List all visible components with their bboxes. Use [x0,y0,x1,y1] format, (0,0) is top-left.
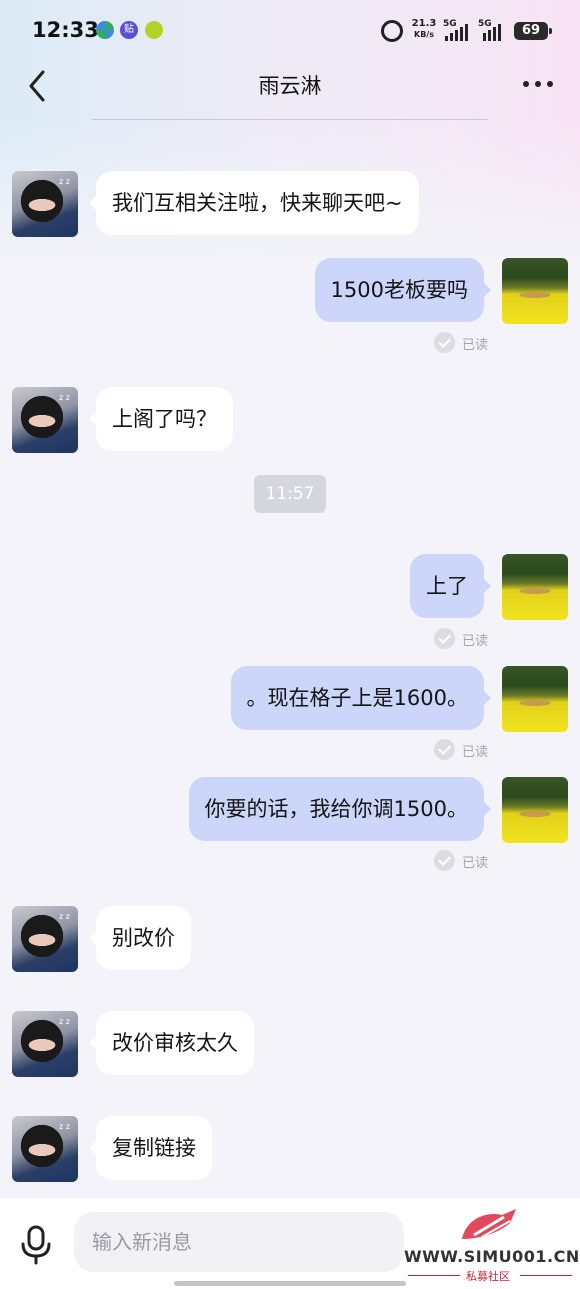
voice-input-button[interactable] [16,1224,56,1266]
more-dots-icon [523,81,553,87]
chat-header: 雨云淋 [0,62,580,120]
contact-avatar[interactable] [12,171,78,237]
message-bubble-incoming[interactable]: 上阁了吗？ [89,387,233,451]
my-avatar[interactable] [502,554,568,620]
sim2-network-type: 5G [478,19,492,29]
watermark-url: WWW.SIMU001.CN [404,1247,580,1266]
header-divider [92,119,488,120]
status-bar: 12:33 贴 21.3 KB/s 5G 5G 69 [0,0,580,62]
message-bubble-incoming[interactable]: 我们互相关注啦，快来聊天吧~ [89,171,419,235]
message-bubble-outgoing[interactable]: 你要的话，我给你调1500。 [188,777,492,841]
network-speed-unit: KB/s [414,30,434,39]
message-bubble-incoming[interactable]: 复制链接 [89,1116,212,1180]
back-button[interactable] [22,66,58,106]
timestamp-divider: 11:57 [254,475,326,513]
message-bubble-incoming[interactable]: 别改价 [89,906,191,970]
network-speed: 21.3 KB/s [410,18,438,40]
read-check-icon [434,739,455,760]
message-bubble-incoming[interactable]: 改价审核太久 [89,1011,254,1075]
watermark-rule-left [408,1275,460,1276]
alarm-icon [381,20,403,42]
chat-title: 雨云淋 [258,74,322,98]
message-bubble-outgoing[interactable]: 。现在格子上是1600。 [230,666,492,730]
watermark-subtitle: 私募社区 [466,1270,510,1283]
site-watermark: WWW.SIMU001.CN 私募社区 [404,1205,579,1285]
tieba-app-icon: 贴 [120,21,138,39]
status-time: 12:33 [32,18,99,42]
home-indicator[interactable] [174,1281,406,1286]
message-input[interactable] [74,1212,404,1272]
read-receipt-label: 已读 [462,745,489,760]
read-receipt-label: 已读 [462,338,489,353]
read-receipt-label: 已读 [462,856,489,871]
message-bubble-outgoing[interactable]: 上了 [410,554,491,618]
my-avatar[interactable] [502,777,568,843]
watermark-logo-icon [462,1209,516,1239]
watermark-rule-right [520,1275,572,1276]
chevron-left-icon [29,70,45,102]
more-options-button[interactable] [518,72,558,96]
read-check-icon [434,628,455,649]
my-avatar[interactable] [502,258,568,324]
contact-avatar[interactable] [12,1011,78,1077]
signal-icon-sim1: 5G [443,19,473,43]
read-check-icon [434,850,455,871]
contact-avatar[interactable] [12,1116,78,1182]
sim1-network-type: 5G [443,19,457,29]
contact-avatar[interactable] [12,387,78,453]
signal-icon-sim2: 5G [478,19,508,43]
mobile-carrier-icon [96,21,114,39]
read-receipt-label: 已读 [462,634,489,649]
network-speed-value: 21.3 [411,18,437,29]
message-bubble-outgoing[interactable]: 1500老板要吗 [314,258,492,322]
contact-avatar[interactable] [12,906,78,972]
green-app-icon [145,21,163,39]
read-check-icon [434,332,455,353]
my-avatar[interactable] [502,666,568,732]
microphone-icon [21,1225,51,1265]
battery-icon: 69 [514,22,552,40]
